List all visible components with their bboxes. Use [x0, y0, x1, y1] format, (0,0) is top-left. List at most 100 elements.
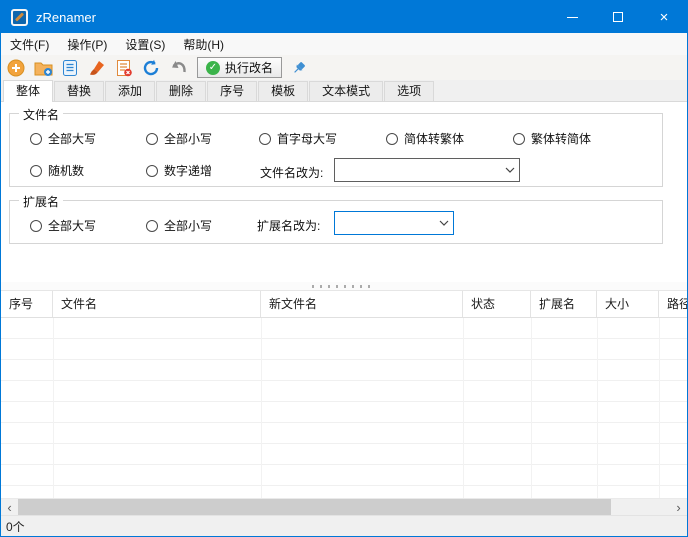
scrollbar-thumb[interactable] — [18, 499, 611, 515]
extension-rename-combobox[interactable] — [334, 211, 454, 235]
extension-groupbox: 扩展名 全部大写 全部小写 扩展名改为: — [9, 200, 663, 244]
radio-number-increment[interactable]: 数字递增 — [146, 162, 212, 179]
tab-template[interactable]: 模板 — [258, 81, 308, 101]
pin-icon[interactable] — [289, 58, 309, 78]
column-header-extension[interactable]: 扩展名 — [531, 291, 597, 317]
radio-label: 随机数 — [48, 162, 84, 179]
file-table-header: 序号 文件名 新文件名 状态 扩展名 大小 路径 — [1, 291, 687, 318]
close-icon: × — [660, 10, 669, 25]
undo-icon[interactable] — [168, 58, 188, 78]
check-icon: ✓ — [206, 61, 220, 75]
radio-label: 简体转繁体 — [404, 130, 464, 147]
file-list-icon[interactable] — [60, 58, 80, 78]
execute-rename-label: 执行改名 — [225, 59, 273, 76]
radio-lowercase[interactable]: 全部小写 — [146, 130, 212, 147]
scroll-right-button[interactable]: › — [670, 499, 687, 515]
extension-rename-label: 扩展名改为: — [257, 217, 320, 234]
table-column-divider — [53, 318, 54, 498]
table-column-divider — [463, 318, 464, 498]
tab-text-mode[interactable]: 文本模式 — [309, 81, 383, 101]
menu-file[interactable]: 文件(F) — [1, 33, 58, 55]
file-count: 0个 — [6, 518, 25, 535]
radio-icon — [146, 220, 158, 232]
minimize-icon — [567, 17, 578, 18]
column-header-path[interactable]: 路径 — [659, 291, 687, 317]
radio-icon — [259, 133, 271, 145]
radio-random-number[interactable]: 随机数 — [30, 162, 84, 179]
tab-options[interactable]: 选项 — [384, 81, 434, 101]
window-controls: × — [549, 1, 687, 33]
table-column-divider — [597, 318, 598, 498]
scroll-left-button[interactable]: ‹ — [1, 499, 18, 515]
radio-traditional-to-simplified[interactable]: 繁体转简体 — [513, 130, 591, 147]
menu-help[interactable]: 帮助(H) — [174, 33, 233, 55]
tab-page-whole: 文件名 全部大写 全部小写 首字母大写 简体转繁体 繁体转简体 — [1, 102, 687, 282]
maximize-icon — [613, 12, 623, 22]
radio-simplified-to-traditional[interactable]: 简体转繁体 — [386, 130, 464, 147]
column-header-index[interactable]: 序号 — [1, 291, 53, 317]
filename-groupbox: 文件名 全部大写 全部小写 首字母大写 简体转繁体 繁体转简体 — [9, 113, 663, 187]
filename-rename-combobox[interactable] — [334, 158, 520, 182]
app-icon — [11, 9, 28, 26]
clear-list-icon[interactable] — [87, 58, 107, 78]
remove-file-icon[interactable] — [114, 58, 134, 78]
tab-strip: 整体 替换 添加 删除 序号 模板 文本模式 选项 — [1, 80, 687, 102]
radio-capitalize[interactable]: 首字母大写 — [259, 130, 337, 147]
window-title: zRenamer — [36, 10, 96, 25]
radio-label: 全部小写 — [164, 130, 212, 147]
column-header-status[interactable]: 状态 — [463, 291, 531, 317]
radio-label: 全部大写 — [48, 217, 96, 234]
add-files-icon[interactable] — [6, 58, 26, 78]
refresh-icon[interactable] — [141, 58, 161, 78]
column-header-size[interactable]: 大小 — [597, 291, 659, 317]
status-bar: 0个 — [1, 515, 687, 536]
radio-ext-lowercase[interactable]: 全部小写 — [146, 217, 212, 234]
tab-whole[interactable]: 整体 — [3, 80, 53, 102]
menu-bar: 文件(F) 操作(P) 设置(S) 帮助(H) — [1, 33, 687, 55]
column-header-filename[interactable]: 文件名 — [53, 291, 261, 317]
chevron-down-icon — [435, 220, 453, 226]
extension-group-title: 扩展名 — [19, 193, 63, 210]
maximize-button[interactable] — [595, 1, 641, 33]
radio-label: 数字递增 — [164, 162, 212, 179]
radio-icon — [146, 133, 158, 145]
execute-rename-button[interactable]: ✓ 执行改名 — [197, 57, 282, 78]
radio-label: 全部大写 — [48, 130, 96, 147]
filename-group-title: 文件名 — [19, 106, 63, 123]
pencil-icon — [15, 12, 24, 21]
radio-label: 繁体转简体 — [531, 130, 591, 147]
tab-delete[interactable]: 删除 — [156, 81, 206, 101]
add-folder-icon[interactable] — [33, 58, 53, 78]
radio-ext-uppercase[interactable]: 全部大写 — [30, 217, 96, 234]
radio-uppercase[interactable]: 全部大写 — [30, 130, 96, 147]
toolbar: ✓ 执行改名 — [1, 55, 687, 80]
tab-number[interactable]: 序号 — [207, 81, 257, 101]
radio-label: 首字母大写 — [277, 130, 337, 147]
title-bar: zRenamer × — [1, 1, 687, 33]
table-column-divider — [659, 318, 660, 498]
minimize-button[interactable] — [549, 1, 595, 33]
filename-rename-label: 文件名改为: — [260, 164, 323, 181]
column-header-newname[interactable]: 新文件名 — [261, 291, 463, 317]
chevron-down-icon — [501, 167, 519, 173]
radio-icon — [146, 165, 158, 177]
table-column-divider — [531, 318, 532, 498]
radio-icon — [30, 220, 42, 232]
tab-replace[interactable]: 替换 — [54, 81, 104, 101]
radio-icon — [30, 165, 42, 177]
horizontal-scrollbar: ‹ › — [1, 498, 687, 515]
radio-icon — [30, 133, 42, 145]
close-button[interactable]: × — [641, 1, 687, 33]
scrollbar-track[interactable] — [611, 499, 670, 515]
splitter-handle[interactable] — [1, 282, 687, 291]
splitter-dots-icon — [312, 285, 376, 288]
file-table-body[interactable] — [1, 318, 687, 498]
radio-icon — [513, 133, 525, 145]
tab-add[interactable]: 添加 — [105, 81, 155, 101]
app-window: zRenamer × 文件(F) 操作(P) 设置(S) 帮助(H) — [0, 0, 688, 537]
radio-label: 全部小写 — [164, 217, 212, 234]
menu-operation[interactable]: 操作(P) — [58, 33, 116, 55]
menu-settings[interactable]: 设置(S) — [116, 33, 174, 55]
table-column-divider — [261, 318, 262, 498]
radio-icon — [386, 133, 398, 145]
